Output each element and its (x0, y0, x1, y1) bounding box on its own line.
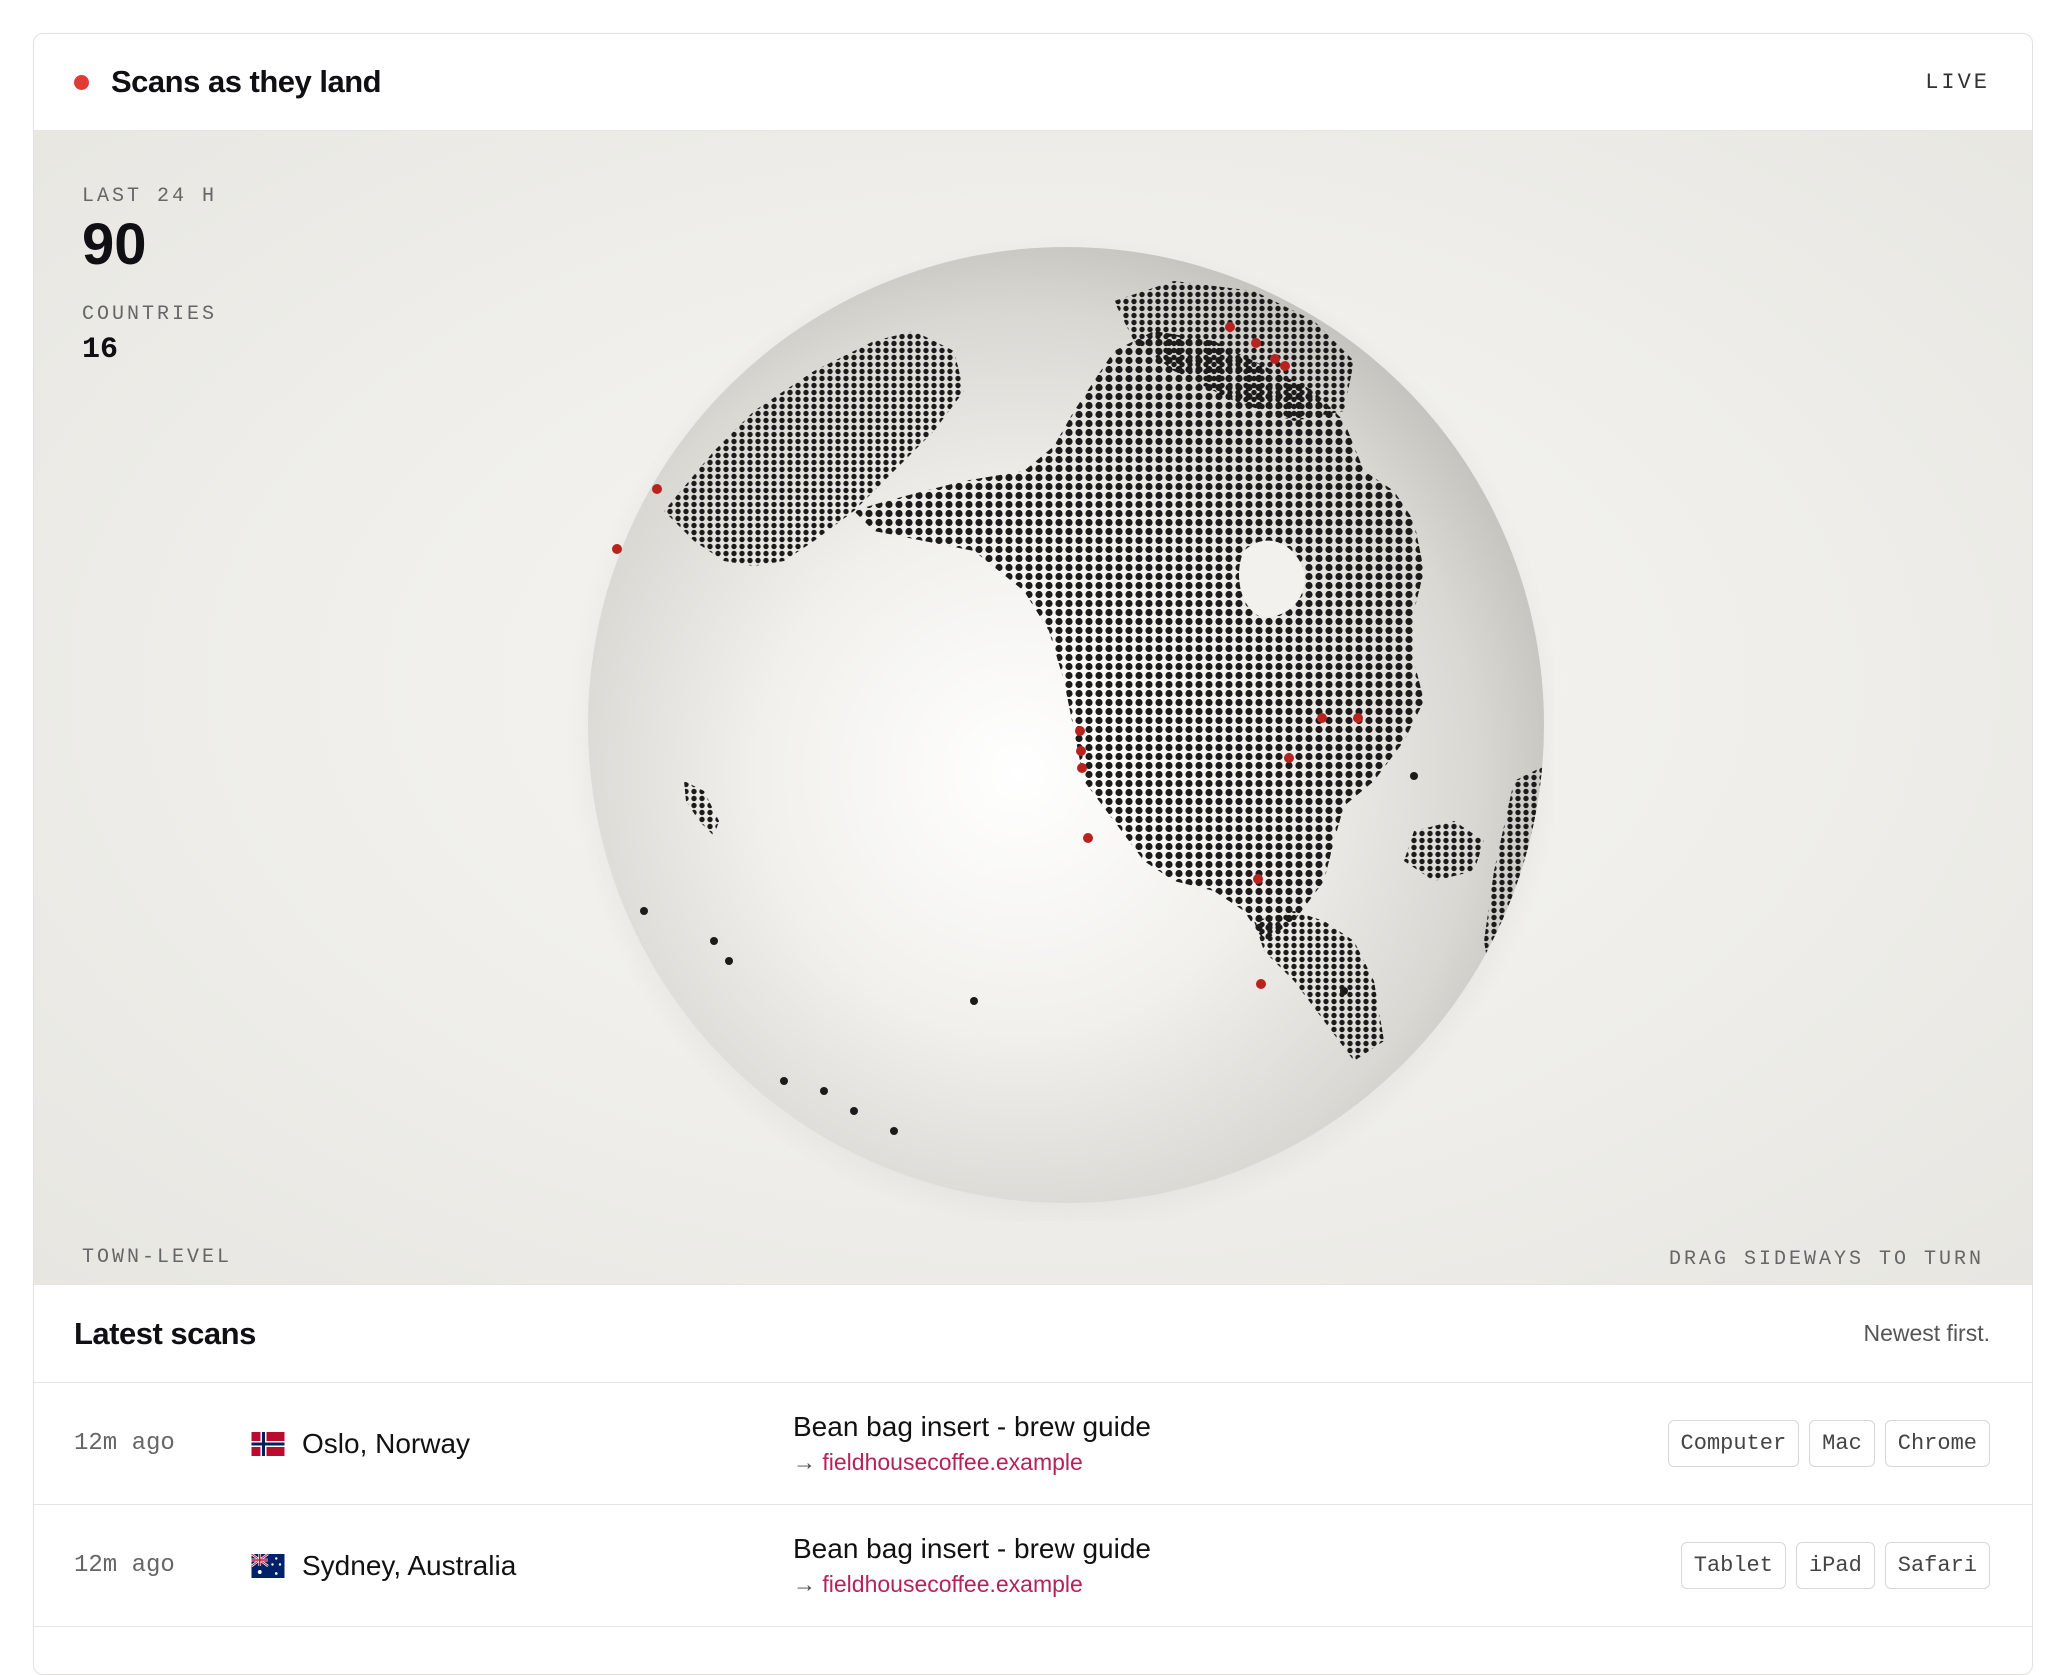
scan-marker[interactable] (1253, 874, 1263, 884)
os-tag: iPad (1795, 1542, 1875, 1589)
card-title: Scans as they land (111, 64, 382, 99)
scan-target: Bean bag insert - brew guide → fieldhous… (793, 1409, 1151, 1479)
scans-card: Scans as they land LIVE LAST 24 H 90 COU… (33, 33, 2033, 1675)
scan-marker[interactable] (652, 484, 662, 494)
island-dot (710, 937, 718, 945)
island-dot (850, 1107, 858, 1115)
drag-hint: DRAG SIDEWAYS TO TURN (1668, 1248, 1984, 1271)
live-status-label: LIVE (1925, 69, 1990, 95)
device-type-tag: Computer (1667, 1420, 1800, 1467)
scan-marker[interactable] (612, 544, 622, 554)
scan-marker[interactable] (1251, 338, 1261, 348)
scan-marker[interactable] (1317, 713, 1327, 723)
latest-scans-header: Latest scans Newest first. (34, 1285, 2032, 1383)
scan-row[interactable]: 12m ago Sydney, Australia Bean bag inser… (34, 1505, 2032, 1627)
scan-time: 12m ago (74, 1430, 175, 1457)
scan-location-label: Oslo, Norway (302, 1427, 471, 1459)
island-dot (1340, 987, 1348, 995)
scan-location: Oslo, Norway (250, 1428, 793, 1460)
scan-location-label: Sydney, Australia (302, 1549, 517, 1581)
australia-flag-icon (250, 1553, 285, 1578)
device-tags: Tablet iPad Safari (1680, 1542, 1990, 1589)
globe[interactable] (554, 221, 1554, 1221)
scan-marker[interactable] (1353, 713, 1363, 723)
scan-domain-line: → fieldhousecoffee.example (793, 1445, 1151, 1479)
scan-marker[interactable] (1270, 354, 1280, 364)
scan-row[interactable]: 12m ago Oslo, Norway Bean bag insert - b… (34, 1383, 2032, 1505)
island-dot (725, 957, 733, 965)
scan-domain-link[interactable]: fieldhousecoffee.example (822, 1571, 1082, 1597)
scan-location: Sydney, Australia (250, 1550, 793, 1582)
island-dot (890, 1127, 898, 1135)
scan-marker[interactable] (1076, 746, 1086, 756)
scan-marker[interactable] (1256, 979, 1266, 989)
island-dot (1410, 772, 1418, 780)
stat-period-label: LAST 24 H (82, 185, 218, 208)
browser-tag: Safari (1884, 1542, 1990, 1589)
scan-marker[interactable] (1083, 833, 1093, 843)
scan-domain-line: → fieldhousecoffee.example (793, 1567, 1151, 1601)
live-indicator-dot (74, 74, 89, 90)
stat-countries-value: 16 (82, 333, 119, 367)
latest-scans-title: Latest scans (74, 1315, 256, 1351)
scan-marker[interactable] (1077, 763, 1087, 773)
scan-marker[interactable] (1075, 726, 1085, 736)
stat-total-scans: 90 (82, 212, 147, 277)
globe-stage[interactable]: LAST 24 H 90 COUNTRIES 16 TOWN-LEVEL DRA… (34, 131, 2032, 1285)
scan-page-title: Bean bag insert - brew guide (793, 1532, 1151, 1564)
scan-time: 12m ago (74, 1552, 175, 1579)
device-tags: Computer Mac Chrome (1667, 1420, 1990, 1467)
scan-page-title: Bean bag insert - brew guide (793, 1410, 1151, 1442)
island-dot (970, 997, 978, 1005)
island-dot (780, 1077, 788, 1085)
island-dot (820, 1087, 828, 1095)
arrow-icon: → (793, 1448, 816, 1475)
norway-flag-icon (251, 1431, 285, 1456)
scan-marker[interactable] (1280, 361, 1290, 371)
scan-marker[interactable] (1225, 322, 1235, 332)
scan-target: Bean bag insert - brew guide → fieldhous… (793, 1531, 1151, 1601)
browser-tag: Chrome (1884, 1420, 1990, 1467)
arrow-icon: → (793, 1570, 816, 1597)
scan-marker[interactable] (1284, 753, 1294, 763)
island-dot (640, 907, 648, 915)
os-tag: Mac (1809, 1420, 1875, 1467)
stat-countries-label: COUNTRIES (82, 303, 218, 326)
precision-label: TOWN-LEVEL (82, 1246, 233, 1269)
device-type-tag: Tablet (1680, 1542, 1786, 1589)
scan-domain-link[interactable]: fieldhousecoffee.example (822, 1449, 1082, 1475)
latest-scans-subtitle: Newest first. (1863, 1320, 1990, 1346)
card-header: Scans as they land LIVE (34, 34, 2032, 131)
